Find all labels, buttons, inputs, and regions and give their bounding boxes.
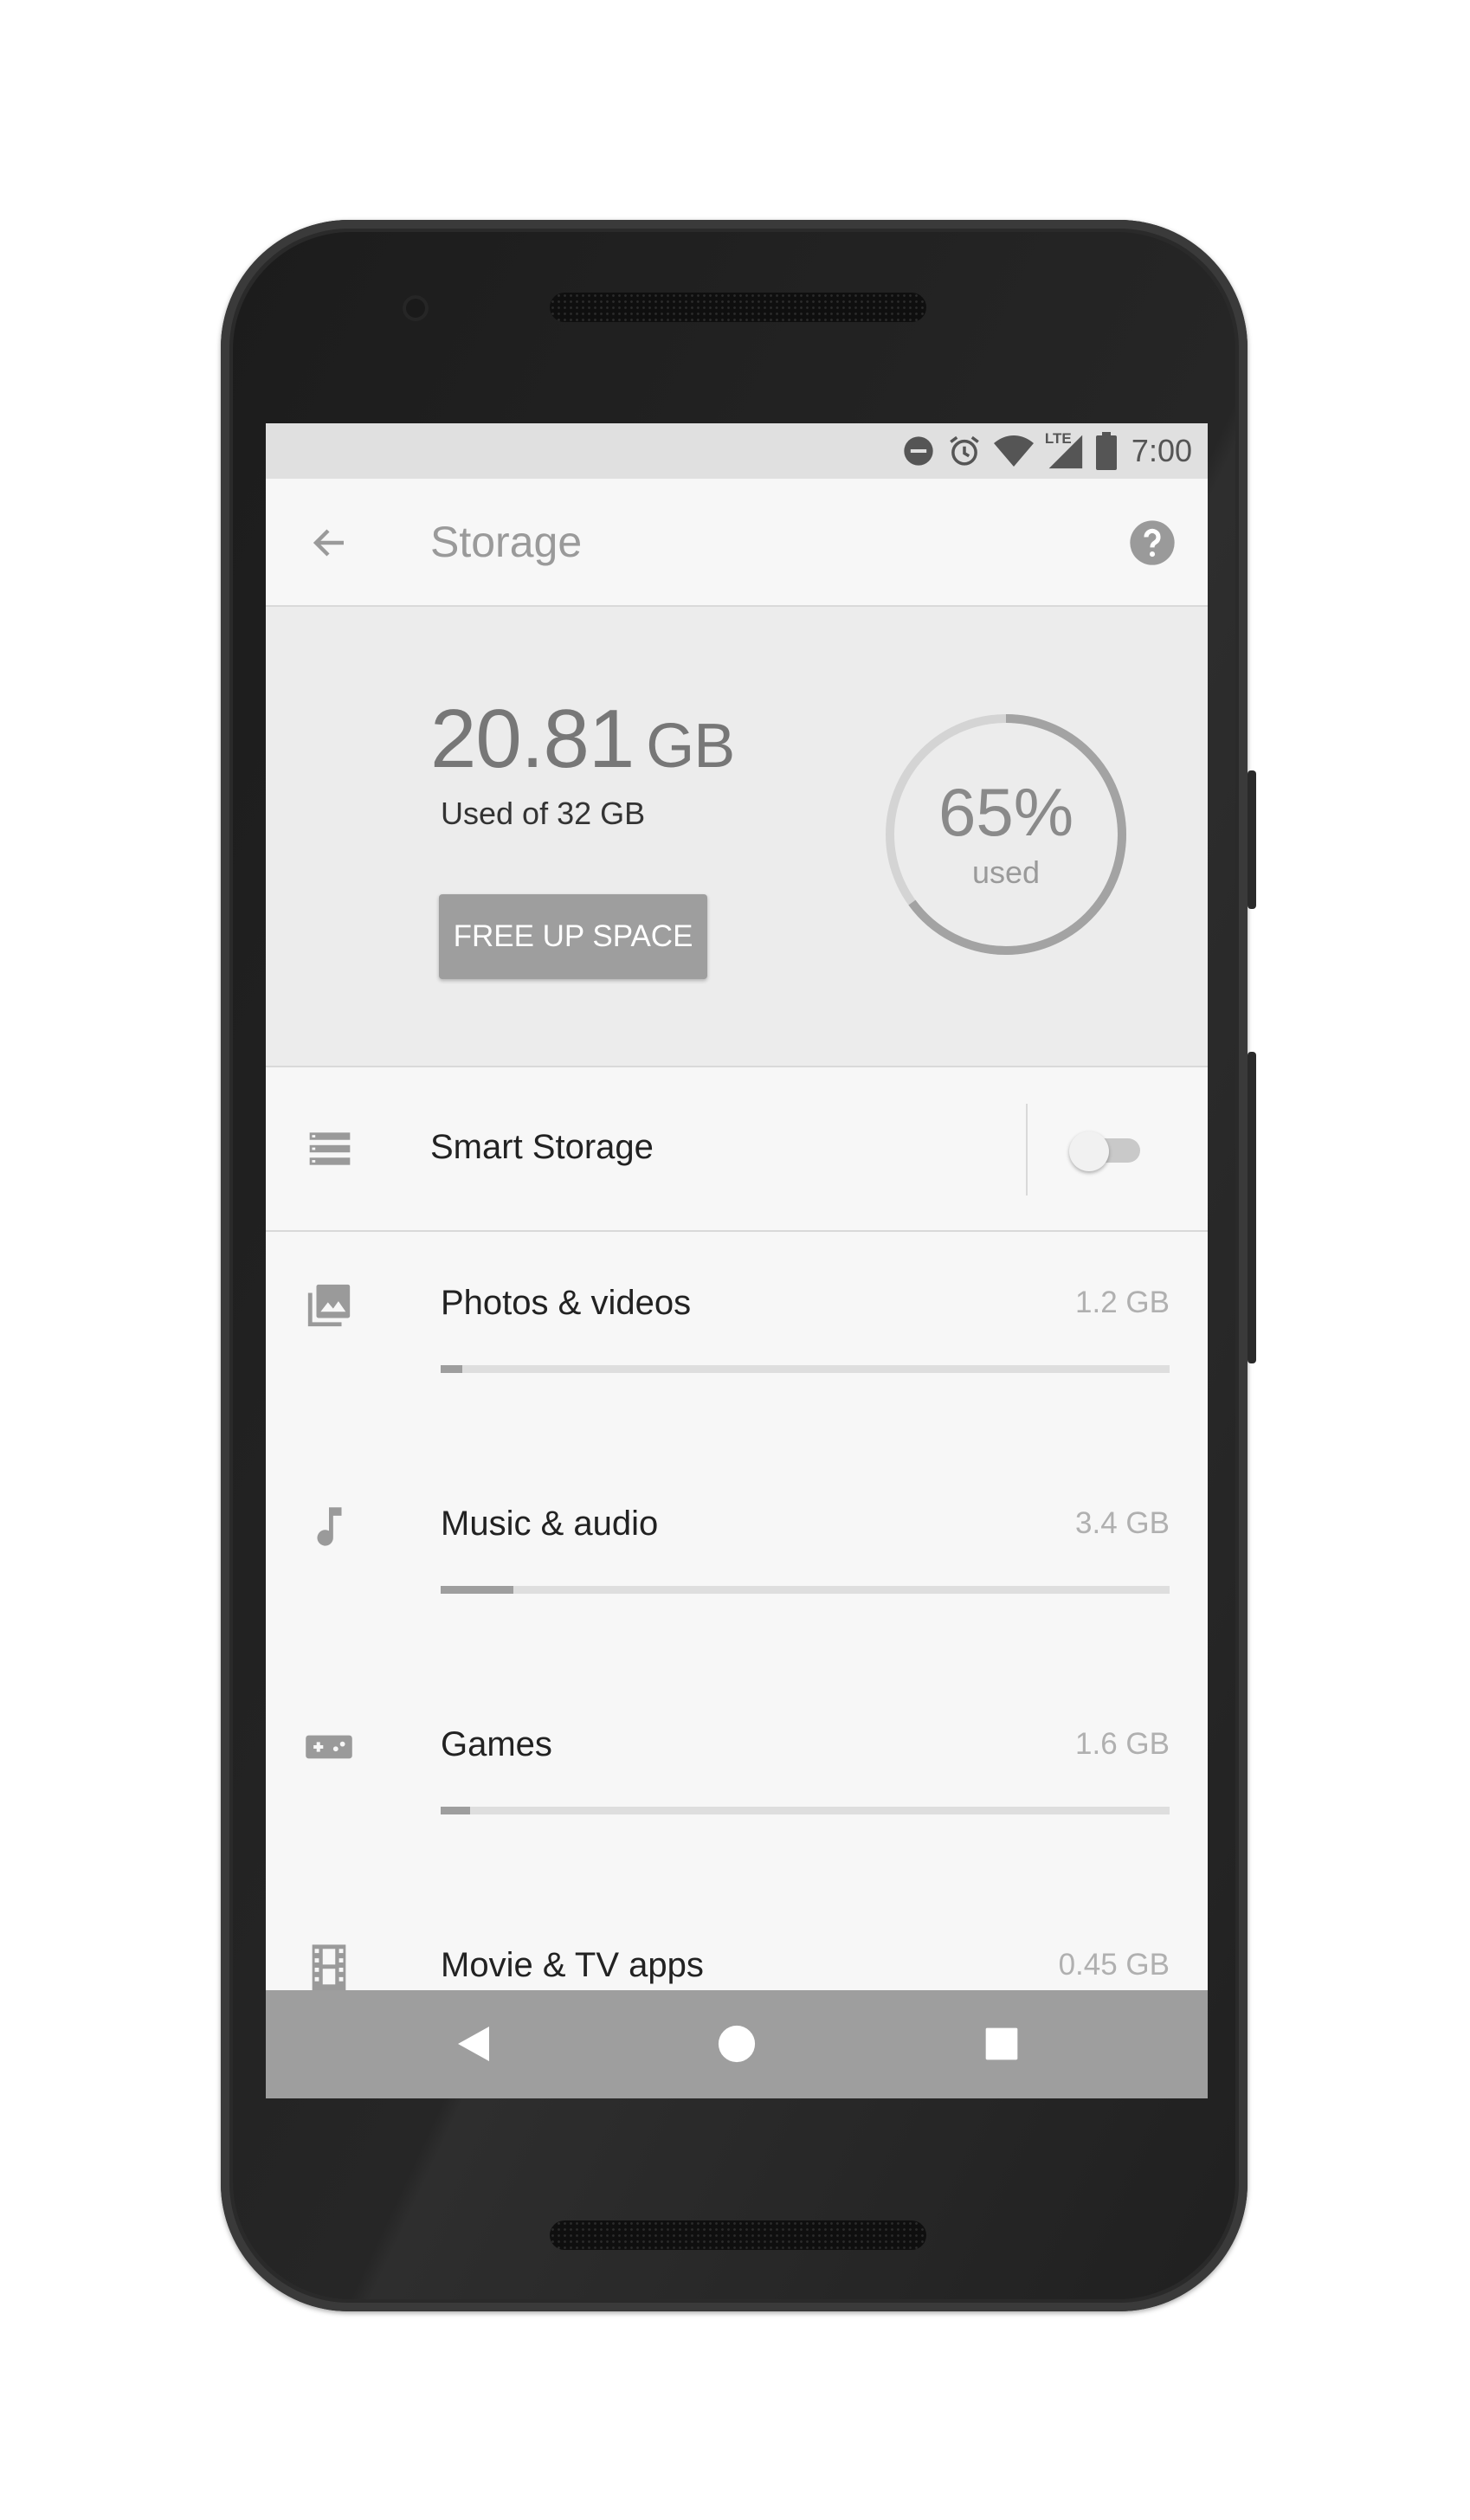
front-camera <box>403 295 429 321</box>
category-size: 3.4 GB <box>1075 1506 1170 1540</box>
used-unit: GB <box>646 712 735 781</box>
bottom-speaker-grille <box>550 2220 926 2250</box>
category-usage-bar <box>441 1807 1170 1814</box>
used-amount: 20.81 GB <box>430 692 735 787</box>
usage-ring-label: 65% used <box>880 709 1132 960</box>
category-usage-fill <box>441 1365 463 1373</box>
toggle-thumb <box>1069 1131 1109 1171</box>
wifi-icon <box>993 435 1034 467</box>
photo-library-icon <box>304 1280 354 1331</box>
status-time: 7:00 <box>1131 433 1192 468</box>
category-label: Music & audio <box>441 1505 659 1543</box>
divider <box>1026 1104 1028 1196</box>
category-label: Games <box>441 1725 552 1763</box>
back-button[interactable] <box>306 519 354 567</box>
free-up-space-button[interactable]: FREE UP SPACE <box>439 894 707 979</box>
usage-percent: 65% <box>938 774 1074 850</box>
music-note-icon <box>304 1501 354 1551</box>
category-usage-bar <box>441 1365 1170 1373</box>
do-not-disturb-icon <box>904 436 933 466</box>
screen: LTE 7:00 Storage 20.81 GB Used of 32 GB F… <box>266 423 1208 2098</box>
category-usage-fill <box>441 1586 514 1594</box>
gamepad-icon <box>304 1722 354 1772</box>
smart-storage-label: Smart Storage <box>430 1128 654 1166</box>
page-title: Storage <box>430 518 583 566</box>
category-label: Movie & TV apps <box>441 1946 704 1984</box>
navigation-bar <box>266 1990 1208 2098</box>
film-icon <box>304 1943 354 1993</box>
square-recents-icon <box>985 2027 1018 2060</box>
used-of-total: Used of 32 GB <box>441 796 646 831</box>
usage-percent-caption: used <box>971 854 1041 890</box>
help-button[interactable] <box>1128 519 1177 567</box>
category-row[interactable]: Games 1.6 GB <box>266 1673 1208 1894</box>
storage-icon <box>309 1132 351 1165</box>
nav-recents-button[interactable] <box>976 2018 1028 2070</box>
category-size: 0.45 GB <box>1058 1948 1170 1982</box>
storage-summary: 20.81 GB Used of 32 GB FREE UP SPACE 65% … <box>266 607 1208 1067</box>
top-speaker-grille <box>550 293 926 322</box>
help-circle-icon <box>1130 520 1175 565</box>
smart-storage-row[interactable]: Smart Storage <box>266 1067 1208 1232</box>
circle-home-icon <box>718 2025 756 2063</box>
nav-back-button[interactable] <box>448 2018 500 2070</box>
category-usage-fill <box>441 1807 470 1814</box>
volume-button <box>1248 1052 1256 1363</box>
power-button <box>1248 770 1256 909</box>
category-usage-bar <box>441 1586 1170 1594</box>
arrow-left-icon <box>313 529 344 557</box>
toolbar: Storage <box>266 479 1208 607</box>
category-size: 1.6 GB <box>1075 1727 1170 1761</box>
lte-signal-icon: LTE <box>1045 430 1085 470</box>
status-bar: LTE 7:00 <box>266 423 1208 479</box>
category-size: 1.2 GB <box>1075 1286 1170 1319</box>
category-label: Photos & videos <box>441 1284 692 1322</box>
battery-icon <box>1095 432 1117 470</box>
category-row[interactable]: Photos & videos 1.2 GB <box>266 1232 1208 1453</box>
smart-storage-toggle[interactable] <box>1069 1126 1145 1173</box>
nav-home-button[interactable] <box>711 2018 763 2070</box>
triangle-back-icon <box>458 2027 489 2061</box>
used-value: 20.81 <box>430 693 635 785</box>
alarm-icon <box>950 435 979 466</box>
category-row[interactable]: Music & audio 3.4 GB <box>266 1453 1208 1673</box>
